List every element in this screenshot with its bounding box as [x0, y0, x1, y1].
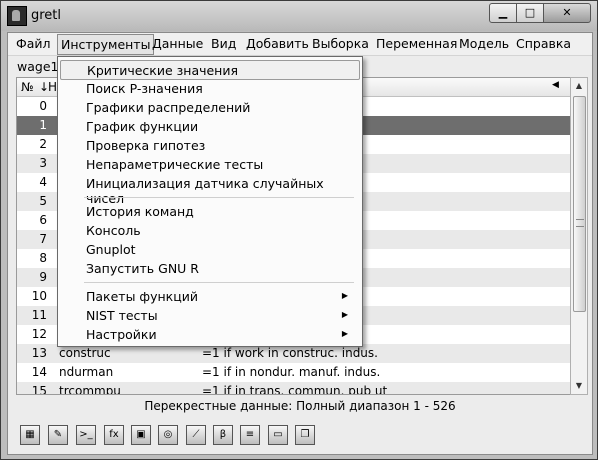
menu-data[interactable]: Данные: [152, 36, 203, 51]
menu-item-nist-test-suite[interactable]: NIST тесты ▶: [60, 306, 358, 324]
row-index: 9: [39, 270, 47, 284]
row-index: 6: [39, 213, 47, 227]
close-button[interactable]: ✕: [543, 3, 591, 23]
scroll-down-arrow-icon[interactable]: ▼: [571, 378, 587, 394]
book-icon[interactable]: ▣: [131, 425, 151, 445]
menu-item-label: История команд: [86, 204, 194, 219]
vertical-scrollbar[interactable]: ▲ ▼: [570, 77, 588, 395]
lifebuoy-icon[interactable]: ◎: [158, 425, 178, 445]
table-row[interactable]: 15 trcommpu =1 if in trans. commun. pub ut: [17, 382, 570, 395]
menu-item-label: NIST тесты: [86, 308, 158, 323]
menu-model[interactable]: Модель: [459, 36, 509, 51]
menu-item-plot-a-curve[interactable]: График функции: [60, 117, 358, 135]
row-index: 4: [39, 175, 47, 189]
submenu-arrow-icon: ▶: [341, 329, 348, 338]
title-bar[interactable]: gretl ▁ □ ✕: [1, 1, 597, 31]
menu-item-gnuplot[interactable]: Gnuplot: [60, 240, 358, 258]
menu-separator: [84, 197, 354, 198]
menu-item-label: Gnuplot: [86, 242, 136, 257]
database-icon[interactable]: ≡: [240, 425, 260, 445]
menu-item-label: Консоль: [86, 223, 141, 238]
menu-item-label: График функции: [86, 119, 199, 134]
graph-icon[interactable]: ⟋: [186, 425, 206, 445]
menu-item-label: Настройки: [86, 327, 157, 342]
menu-item-nonparametric-tests[interactable]: Непараметрические тесты: [60, 155, 358, 173]
row-label: =1 if in nondur. manuf. indus.: [202, 365, 381, 379]
row-name: ndurman: [59, 365, 114, 379]
menu-item-label: Критические значения: [87, 63, 238, 78]
row-name: trcommpu: [59, 384, 121, 395]
menu-item-label: Непараметрические тесты: [86, 157, 264, 172]
gretl-app-icon: [7, 6, 27, 26]
menu-item-gretl-console[interactable]: Консоль: [60, 221, 358, 239]
row-index: 10: [31, 289, 47, 303]
maximize-button[interactable]: □: [516, 3, 544, 23]
header-number[interactable]: №: [21, 80, 33, 94]
menu-item-command-log[interactable]: История команд: [60, 202, 358, 220]
submenu-arrow-icon: ▶: [341, 310, 348, 319]
row-index: 2: [39, 137, 47, 151]
menu-item-start-gnu-r[interactable]: Запустить GNU R: [60, 259, 358, 277]
menu-help[interactable]: Справка: [516, 36, 571, 51]
row-index: 7: [39, 232, 47, 246]
header-name[interactable]: Н: [48, 80, 57, 94]
menu-view[interactable]: Вид: [211, 36, 236, 51]
gretl-window: gretl ▁ □ ✕ Файл Инструменты Данные Вид …: [0, 0, 598, 460]
window-icon[interactable]: ❐: [295, 425, 315, 445]
edit-icon[interactable]: ✎: [48, 425, 68, 445]
calculator-icon[interactable]: ▦: [20, 425, 40, 445]
minimize-button[interactable]: ▁: [489, 3, 517, 23]
menu-item-label: Пакеты функций: [86, 289, 198, 304]
window-title: gretl: [31, 8, 62, 23]
menu-variable[interactable]: Переменная: [376, 36, 457, 51]
menu-separator: [84, 282, 354, 283]
toolbar: ▦ ✎ >_ fx ▣ ◎ ⟋ β ≡ ▭ ❐: [16, 421, 586, 447]
tools-dropdown-menu: Критические значения Поиск P-значения Граф…: [57, 56, 363, 347]
scroll-grip-icon: [576, 219, 584, 227]
row-index: 12: [31, 327, 47, 341]
beta-icon[interactable]: β: [213, 425, 233, 445]
row-name: construc: [59, 346, 111, 360]
row-index: 14: [31, 365, 47, 379]
menu-item-critical-values[interactable]: Критические значения: [60, 60, 360, 80]
menu-file[interactable]: Файл: [16, 36, 51, 51]
terminal-icon[interactable]: >_: [76, 425, 96, 445]
menu-item-preferences[interactable]: Настройки ▶: [60, 325, 358, 343]
menu-item-test-statistic-calculator[interactable]: Проверка гипотез: [60, 136, 358, 154]
row-index: 0: [39, 99, 47, 113]
row-index: 3: [39, 156, 47, 170]
row-index: 8: [39, 251, 47, 265]
menu-item-function-packages[interactable]: Пакеты функций ▶: [60, 287, 358, 305]
menu-tools[interactable]: Инструменты: [57, 34, 155, 55]
table-row[interactable]: 14 ndurman =1 if in nondur. manuf. indus.: [17, 363, 570, 382]
row-index: 13: [31, 346, 47, 360]
row-index: 15: [31, 384, 47, 395]
row-label: =1 if in trans. commun. pub ut: [202, 384, 388, 395]
row-index: 11: [31, 308, 47, 322]
menu-item-label: Поиск P-значения: [86, 81, 203, 96]
menu-add[interactable]: Добавить: [246, 36, 309, 51]
menu-item-label: Проверка гипотез: [86, 138, 206, 153]
menu-item-label: Запустить GNU R: [86, 261, 199, 276]
submenu-arrow-icon: ▶: [341, 291, 348, 300]
folder-icon[interactable]: ▭: [268, 425, 288, 445]
menu-bar: Файл Инструменты Данные Вид Добавить Выб…: [8, 33, 592, 56]
row-index: 5: [39, 194, 47, 208]
fx-icon[interactable]: fx: [104, 425, 124, 445]
menu-item-p-value-finder[interactable]: Поиск P-значения: [60, 79, 358, 97]
menu-item-seed-for-random-numbers[interactable]: Инициализация датчика случайных чисел: [60, 174, 358, 206]
scroll-up-arrow-icon[interactable]: ▲: [571, 78, 587, 94]
row-index: 1: [39, 118, 47, 132]
menu-sample[interactable]: Выборка: [312, 36, 369, 51]
status-bar: Перекрестные данные: Полный диапазон 1 -…: [144, 399, 456, 413]
sort-arrow-icon[interactable]: ◀: [552, 80, 559, 90]
scroll-thumb[interactable]: [573, 96, 586, 312]
menu-item-label: Графики распределений: [86, 100, 251, 115]
row-label: =1 if work in construc. indus.: [202, 346, 378, 360]
menu-item-distribution-graphs[interactable]: Графики распределений: [60, 98, 358, 116]
